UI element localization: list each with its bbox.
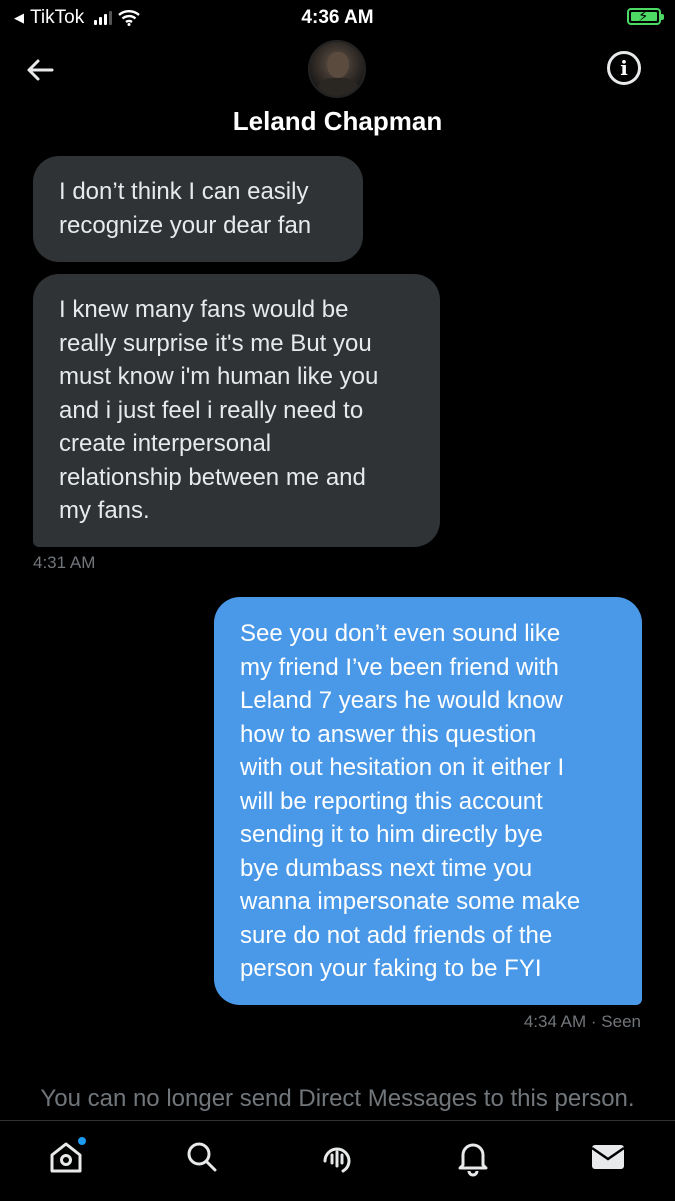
message-bubble-outgoing[interactable]: See you don’t even sound like my friend … <box>214 597 642 1005</box>
tab-messages[interactable] <box>588 1137 628 1177</box>
avatar[interactable] <box>308 40 366 98</box>
dm-restricted-notice: You can no longer send Direct Messages t… <box>40 1085 635 1112</box>
notification-dot <box>78 1137 86 1145</box>
tab-spaces[interactable] <box>317 1137 357 1177</box>
info-button[interactable]: i <box>607 51 641 85</box>
tab-search[interactable] <box>182 1137 222 1177</box>
battery-icon: ⚡ <box>627 8 664 25</box>
contact-name[interactable]: Leland Chapman <box>0 106 675 137</box>
message-timestamp: 4:31 AM <box>33 553 96 572</box>
tab-home[interactable] <box>46 1137 86 1177</box>
message-text: See you don’t even sound like my friend … <box>240 620 581 982</box>
charging-bolt-icon: ⚡ <box>638 8 649 25</box>
notifications-icon <box>458 1143 488 1177</box>
message-bubble-incoming[interactable]: I knew many fans would be really surpris… <box>33 274 440 547</box>
messages-icon <box>591 1145 625 1169</box>
tab-notifications[interactable] <box>453 1137 493 1177</box>
clock: 4:36 AM <box>301 7 374 28</box>
bottom-tab-bar <box>0 1120 675 1201</box>
message-bubble-incoming[interactable]: I don’t think I can easily recognize you… <box>33 156 363 262</box>
spaces-icon <box>323 1147 351 1173</box>
arrow-left-icon <box>27 59 54 81</box>
conversation-header: Leland Chapman i <box>0 34 675 144</box>
message-timestamp-seen: 4:34 AM · Seen <box>523 1012 641 1031</box>
message-text: I don’t think I can easily recognize you… <box>59 178 312 239</box>
back-button[interactable] <box>22 52 58 88</box>
search-icon <box>187 1142 217 1172</box>
status-bar: ◀ TikTok 4:36 AM ⚡ <box>0 0 675 34</box>
message-text: I knew many fans would be really surpris… <box>59 296 379 524</box>
info-icon: i <box>620 56 628 80</box>
